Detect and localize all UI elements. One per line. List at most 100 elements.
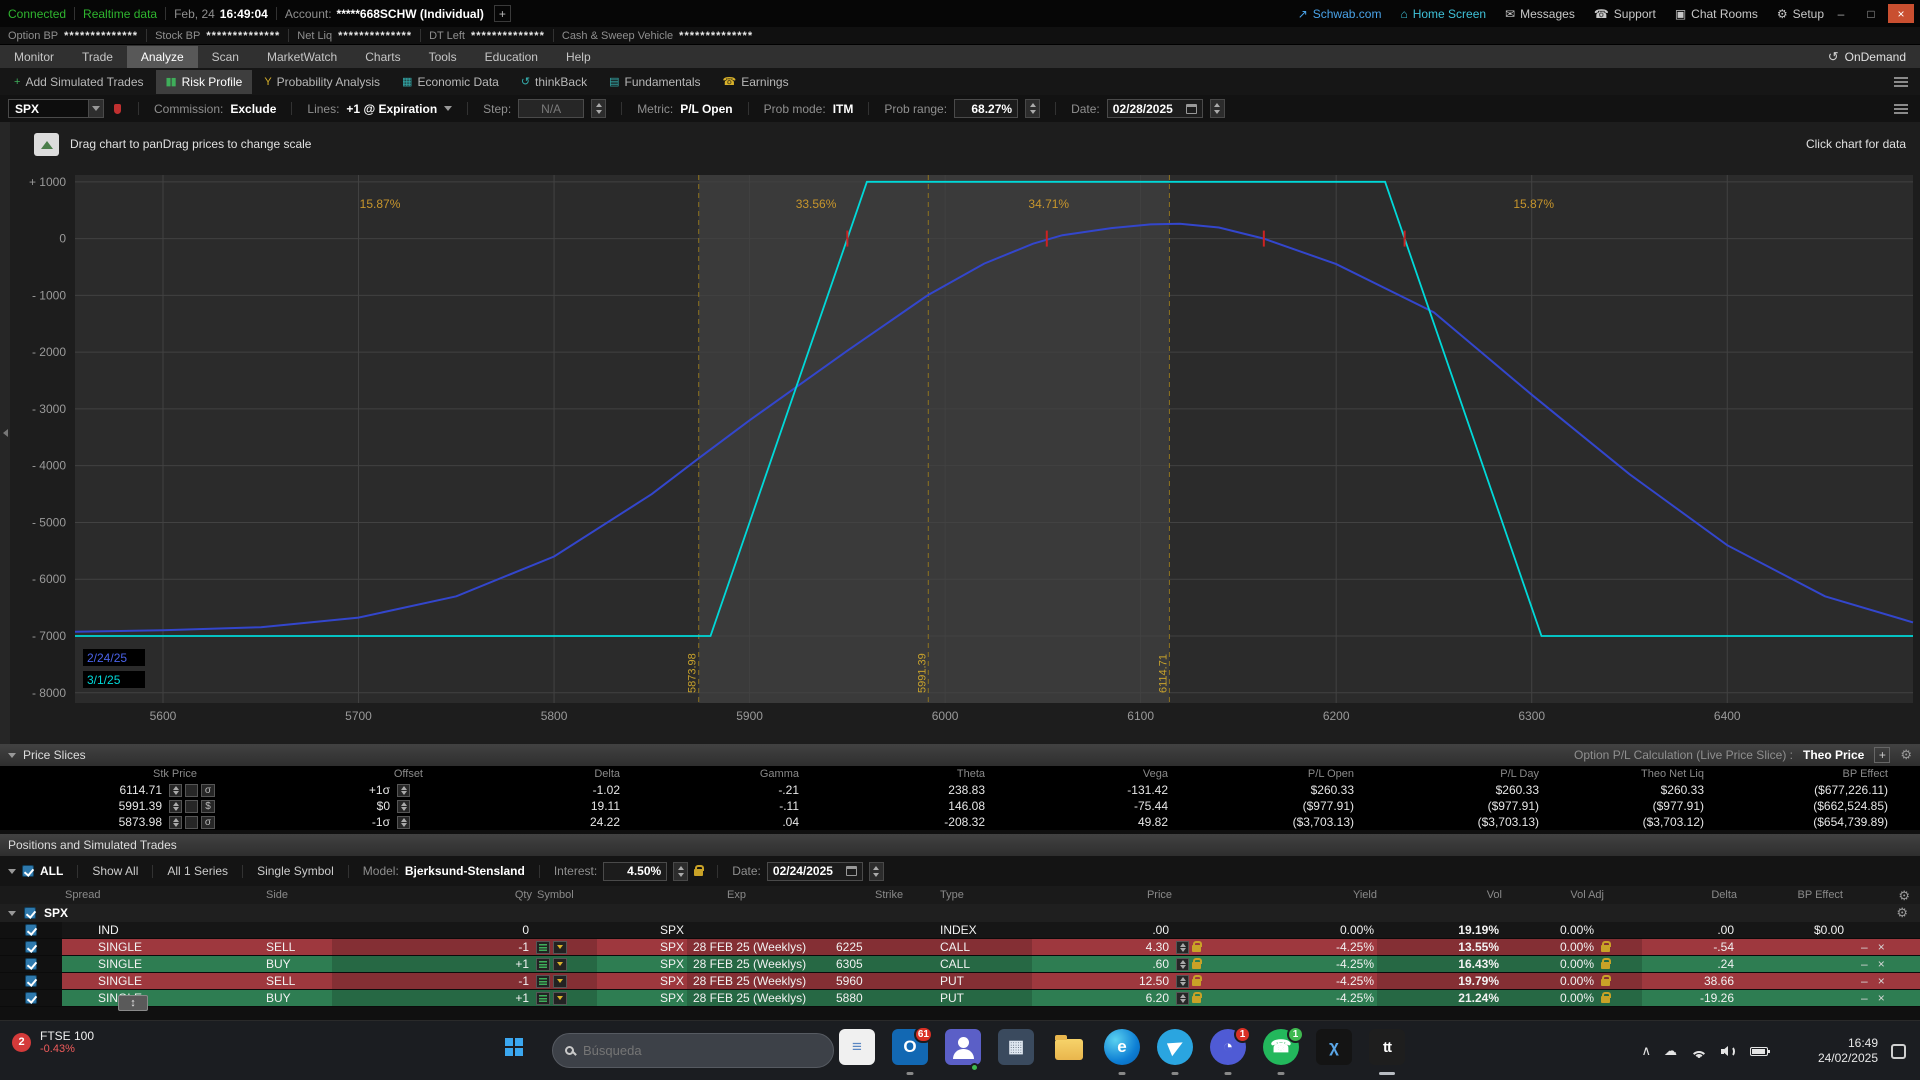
price-stepper[interactable]	[1176, 958, 1189, 971]
positions-gear-icon[interactable]	[1898, 888, 1910, 904]
start-button[interactable]	[505, 1038, 523, 1056]
tab-economic-data[interactable]: ▦Economic Data	[392, 70, 509, 94]
thinkorswim-icon[interactable]: tt	[1368, 1029, 1406, 1075]
interest-stepper[interactable]	[673, 862, 688, 881]
position-row-ind-index[interactable]: IND0SPXINDEX.000.00%19.19%0.00%.00$0.00	[0, 922, 1920, 939]
position-row-single-5960[interactable]: SINGLESELL-1SPX28 FEB 25 (Weeklys)5960PU…	[0, 973, 1920, 990]
calculator-icon[interactable]: ▦	[997, 1029, 1035, 1075]
interest-input[interactable]: 4.50%	[603, 862, 667, 881]
show-all-dropdown[interactable]: Show All	[92, 864, 138, 878]
file-explorer-icon[interactable]	[1050, 1029, 1088, 1075]
stk-price-stepper[interactable]	[169, 816, 182, 829]
chat-app-icon[interactable]: ◔1	[1209, 1029, 1247, 1075]
add-workspace-button[interactable]: +	[494, 5, 511, 22]
positions-date-input[interactable]: 02/24/2025	[767, 862, 863, 881]
price-slice-row[interactable]: 6114.71σ+1σ-1.02-.21238.83-131.42$260.33…	[0, 782, 1920, 798]
menu-item-analyze[interactable]: Analyze	[127, 46, 198, 68]
price-lock-icon[interactable]	[1192, 996, 1201, 1003]
ondemand-button[interactable]: OnDemand	[1828, 49, 1920, 65]
row-checkbox[interactable]	[25, 958, 37, 970]
onedrive-icon[interactable]: ☁	[1664, 1043, 1677, 1059]
positions-group-row[interactable]: SPX	[0, 904, 1920, 922]
vol-lock-icon[interactable]	[1601, 996, 1610, 1003]
symbol-dropdown[interactable]: SPX	[8, 99, 104, 118]
outlook-icon[interactable]: O61	[891, 1029, 929, 1075]
qty-menu-button[interactable]	[536, 992, 550, 1005]
step-stepper[interactable]	[591, 99, 606, 118]
slice-mode-badge[interactable]: $	[201, 800, 215, 813]
row-checkbox[interactable]	[25, 941, 37, 953]
volume-icon[interactable]	[1721, 1045, 1737, 1058]
qty-menu-button[interactable]	[536, 975, 550, 988]
row-checkbox[interactable]	[25, 992, 37, 1004]
people-icon[interactable]	[944, 1029, 982, 1075]
price-slice-row[interactable]: 5873.98σ-1σ24.22.04-208.3249.82($3,703.1…	[0, 814, 1920, 830]
notification-center-icon[interactable]	[1891, 1044, 1906, 1059]
prob-range-stepper[interactable]	[1025, 99, 1040, 118]
price-lock-icon[interactable]	[1192, 962, 1201, 969]
chart-left-gutter[interactable]	[0, 122, 10, 744]
tab-fundamentals[interactable]: ▤Fundamentals	[599, 70, 710, 94]
date-stepper[interactable]	[1210, 99, 1225, 118]
realtime-status[interactable]: Realtime data	[83, 7, 157, 21]
x-app-icon[interactable]: χ	[1315, 1029, 1353, 1075]
row-reorder-button[interactable]	[118, 995, 148, 1011]
group-checkbox[interactable]	[24, 907, 36, 919]
collapse-icon[interactable]	[8, 911, 16, 916]
row-checkbox[interactable]	[25, 975, 37, 987]
taskbar-search[interactable]	[552, 1033, 834, 1068]
pl-calc-value[interactable]: Theo Price	[1803, 748, 1864, 762]
wifi-icon[interactable]	[1690, 1045, 1708, 1058]
price-stepper[interactable]	[1176, 975, 1189, 988]
menu-item-tools[interactable]: Tools	[415, 46, 471, 68]
controls-menu-icon[interactable]	[1894, 104, 1908, 114]
slice-link-icon[interactable]	[185, 800, 198, 813]
messages-link[interactable]: ✉Messages	[1505, 7, 1575, 21]
menu-item-trade[interactable]: Trade	[68, 46, 127, 68]
slice-link-icon[interactable]	[185, 784, 198, 797]
schwab-link[interactable]: ↗Schwab.com	[1298, 7, 1382, 21]
qty-dropdown-button[interactable]	[553, 975, 567, 988]
stk-price-stepper[interactable]	[169, 784, 182, 797]
all-checkbox[interactable]	[22, 865, 34, 877]
prob-range-input[interactable]: 68.27%	[954, 99, 1018, 118]
remove-trade-button[interactable]: ×	[1878, 974, 1885, 988]
position-row-single-5880[interactable]: SINGLEBUY+1SPX28 FEB 25 (Weeklys)5880PUT…	[0, 990, 1920, 1007]
remove-trade-button[interactable]: ×	[1878, 991, 1885, 1005]
search-input[interactable]	[583, 1043, 783, 1058]
group-gear-icon[interactable]	[1896, 905, 1908, 921]
menu-item-marketwatch[interactable]: MarketWatch	[253, 46, 351, 68]
menu-item-scan[interactable]: Scan	[198, 46, 253, 68]
row-checkbox[interactable]	[25, 924, 37, 936]
vol-lock-icon[interactable]	[1601, 945, 1610, 952]
tab-probability-analysis[interactable]: YProbability Analysis	[254, 70, 390, 94]
offset-stepper[interactable]	[397, 800, 410, 813]
setup-link[interactable]: ⚙Setup	[1777, 7, 1824, 21]
series-dropdown[interactable]: All 1 Series	[167, 864, 228, 878]
vol-lock-icon[interactable]	[1601, 979, 1610, 986]
qty-dropdown-button[interactable]	[553, 958, 567, 971]
price-lock-icon[interactable]	[1192, 945, 1201, 952]
notes-icon[interactable]: ≡	[838, 1029, 876, 1075]
menu-item-charts[interactable]: Charts	[351, 46, 414, 68]
price-slices-gear-icon[interactable]	[1900, 747, 1912, 763]
qty-menu-button[interactable]	[536, 941, 550, 954]
chart-image-icon[interactable]	[34, 133, 59, 156]
step-input[interactable]: N/A	[518, 99, 584, 118]
tabs-menu-icon[interactable]	[1894, 77, 1908, 87]
commission-value[interactable]: Exclude	[230, 102, 276, 116]
position-row-single-6305[interactable]: SINGLEBUY+1SPX28 FEB 25 (Weeklys)6305CAL…	[0, 956, 1920, 973]
menu-item-monitor[interactable]: Monitor	[0, 46, 68, 68]
tab-risk-profile[interactable]: ▮▮Risk Profile	[156, 70, 253, 94]
position-row-single-6225[interactable]: SINGLESELL-1SPX28 FEB 25 (Weeklys)6225CA…	[0, 939, 1920, 956]
expiration-date-input[interactable]: 02/28/2025	[1107, 99, 1203, 118]
slice-link-icon[interactable]	[185, 816, 198, 829]
tab-add-simulated-trades[interactable]: +Add Simulated Trades	[4, 70, 154, 94]
battery-icon[interactable]	[1750, 1047, 1768, 1056]
metric-value[interactable]: P/L Open	[680, 102, 732, 116]
maximize-button[interactable]: □	[1858, 4, 1884, 23]
menu-item-education[interactable]: Education	[471, 46, 552, 68]
model-value[interactable]: Bjerksund-Stensland	[405, 864, 525, 878]
stk-price-stepper[interactable]	[169, 800, 182, 813]
qty-dropdown-button[interactable]	[553, 941, 567, 954]
